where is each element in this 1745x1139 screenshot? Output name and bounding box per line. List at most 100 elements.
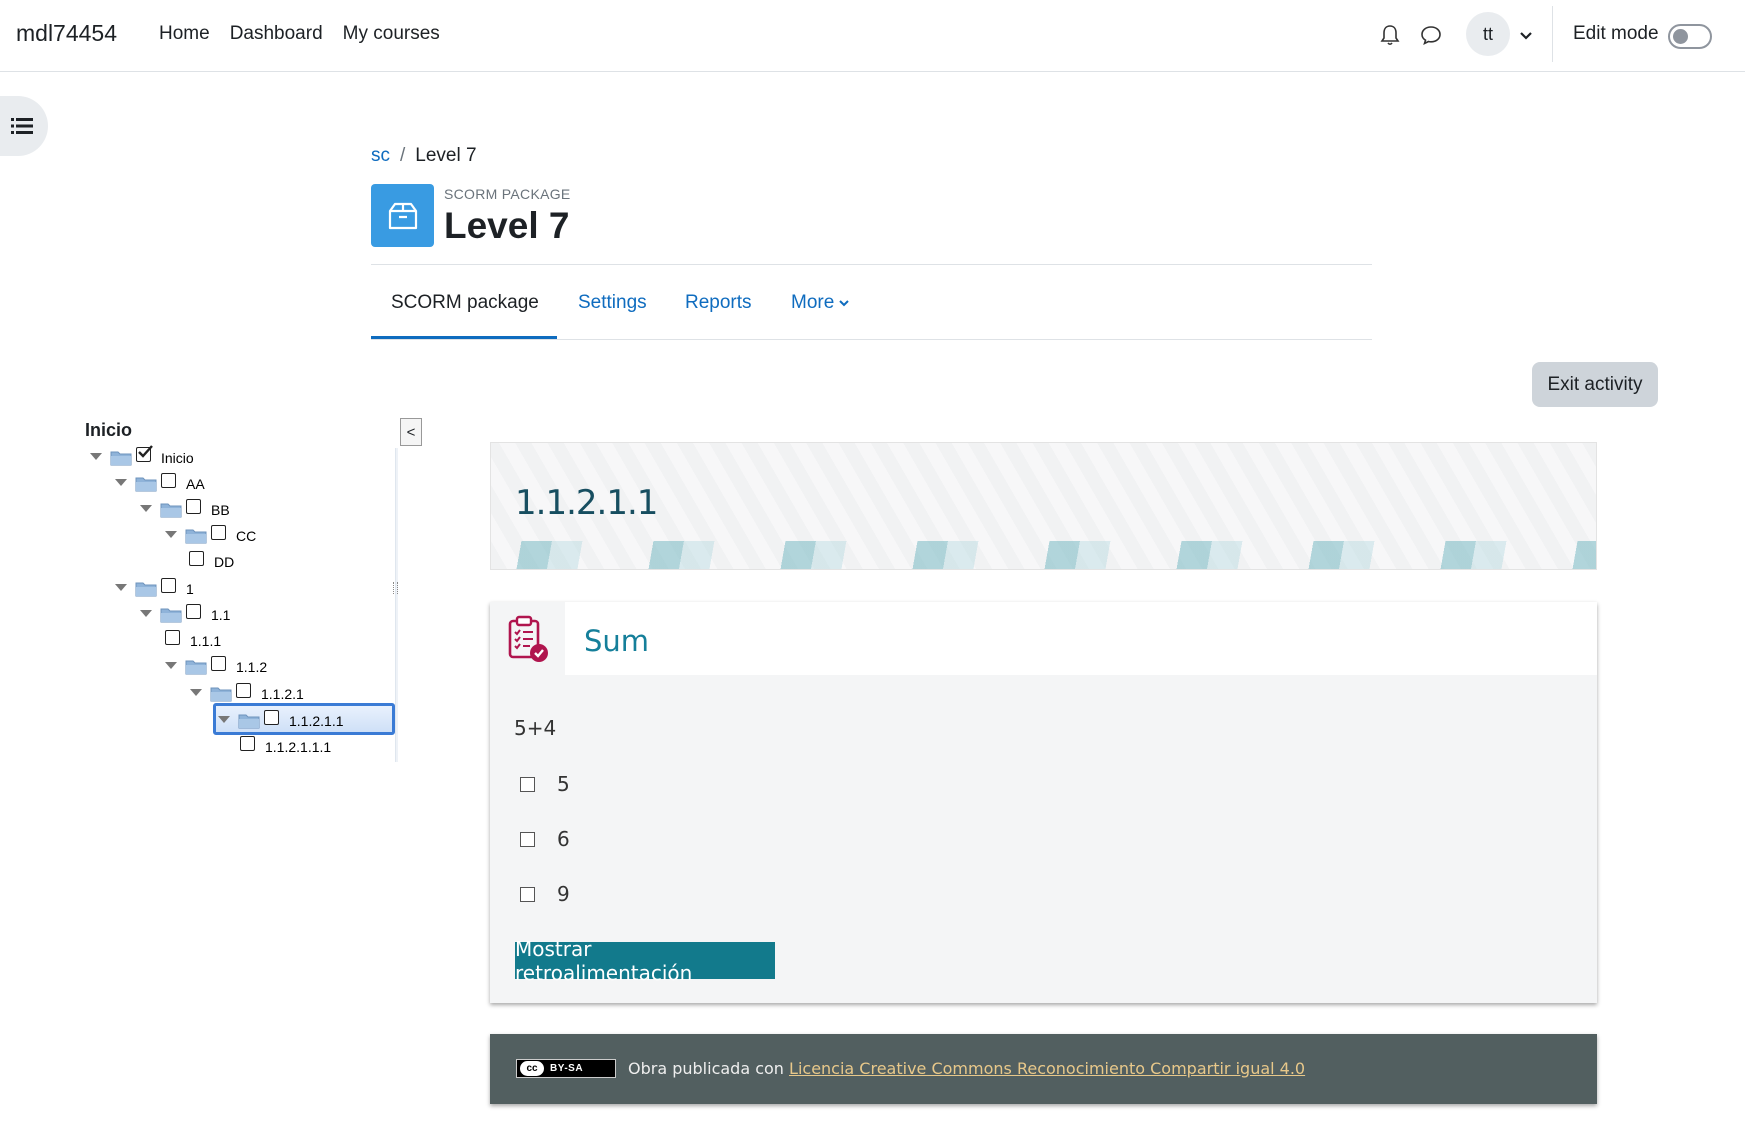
toc-node[interactable]: 1.1.2 (165, 654, 425, 678)
user-avatar[interactable]: tt (1466, 12, 1510, 56)
checkbox-icon (189, 551, 204, 566)
answer-label: 5 (557, 772, 570, 796)
site-brand[interactable]: mdl74454 (16, 20, 117, 47)
folder-icon (185, 529, 207, 544)
toc-node[interactable]: AA (115, 471, 375, 495)
toc-node-label: 1.1.2.1.1.1 (265, 739, 332, 755)
answer-checkbox[interactable] (520, 832, 535, 847)
license-text: Obra publicada con Licencia Creative Com… (628, 1059, 1305, 1078)
toc-node[interactable]: 1.1.2.1.1 (213, 703, 395, 735)
checkbox-icon (161, 578, 176, 593)
breadcrumb-link-course[interactable]: sc (371, 145, 390, 167)
license-link[interactable]: Licencia Creative Commons Reconocimiento… (789, 1059, 1305, 1078)
toc-node[interactable]: BB (140, 497, 400, 521)
breadcrumb-separator: / (400, 145, 406, 166)
license-prefix: Obra publicada con (628, 1059, 784, 1078)
nav-link-home[interactable]: Home (159, 23, 210, 45)
toc-node-label: AA (186, 476, 205, 492)
answer-label: 6 (557, 827, 570, 851)
package-icon (388, 202, 417, 229)
checkbox-icon (236, 683, 251, 698)
expand-triangle-icon[interactable] (190, 689, 202, 696)
edit-mode-toggle[interactable] (1668, 24, 1712, 49)
toc-title: Inicio (85, 420, 133, 440)
secondary-navigation: SCORM package Settings Reports More (371, 266, 1372, 340)
checkbox-icon (240, 736, 255, 751)
checkbox-icon (165, 630, 180, 645)
toc-node[interactable]: 1.1.1 (165, 628, 425, 652)
toc-node[interactable]: DD (189, 549, 449, 573)
folder-icon (160, 608, 182, 623)
scorm-activity-icon (371, 184, 434, 247)
toc-node[interactable]: Inicio (90, 445, 350, 469)
activity-type-label: SCORM PACKAGE (444, 186, 571, 202)
toc-node-label: 1.1.2.1 (261, 686, 304, 702)
active-tab-indicator (371, 336, 557, 339)
answer-label: 9 (557, 882, 570, 906)
clipboard-check-icon (508, 615, 548, 662)
expand-triangle-icon[interactable] (165, 662, 177, 669)
toc-node[interactable]: 1 (115, 576, 375, 600)
expand-triangle-icon[interactable] (218, 716, 230, 723)
question-icon-box (490, 602, 565, 675)
nav-link-dashboard[interactable]: Dashboard (230, 23, 323, 45)
toc-node[interactable]: 1.1 (140, 602, 400, 626)
checkbox-icon (161, 473, 176, 488)
header-divider (371, 264, 1372, 265)
course-index-drawer-button[interactable] (0, 96, 48, 156)
question-header: Sum (490, 602, 1597, 675)
toc-node-label: 1.1.2 (236, 659, 268, 675)
folder-icon (135, 582, 157, 597)
exit-activity-button[interactable]: Exit activity (1532, 362, 1658, 407)
messages-chat-icon[interactable] (1420, 24, 1442, 46)
toc-node-label: 1.1 (211, 607, 231, 623)
breadcrumb-current: Level 7 (415, 145, 477, 166)
toc-node-label: BB (211, 502, 230, 518)
list-icon (11, 118, 33, 134)
primary-navigation: Home Dashboard My courses (159, 23, 440, 45)
question-title: Sum (584, 624, 650, 658)
folder-icon (185, 660, 207, 675)
toc-node-label: 1.1.2.1.1 (289, 713, 344, 729)
nav-link-my-courses[interactable]: My courses (343, 23, 440, 45)
toc-node-label: Inicio (161, 450, 194, 466)
toc-node[interactable]: CC (165, 523, 425, 547)
answer-checkbox[interactable] (520, 777, 535, 792)
tab-reports[interactable]: Reports (685, 292, 752, 314)
toc-node[interactable]: 1.1.2.1 (190, 681, 450, 705)
content-banner: 1.1.2.1.1 (490, 442, 1597, 570)
tab-scorm-package[interactable]: SCORM package (391, 292, 539, 314)
chevron-down-icon[interactable] (1519, 28, 1533, 42)
expand-triangle-icon[interactable] (140, 505, 152, 512)
content-title: 1.1.2.1.1 (515, 483, 658, 523)
top-navbar: mdl74454 Home Dashboard My courses tt Ed… (0, 0, 1745, 72)
expand-triangle-icon[interactable] (140, 610, 152, 617)
checkbox-icon (211, 656, 226, 671)
expand-triangle-icon[interactable] (165, 531, 177, 538)
question-card: Sum 5+4 5 6 9 Mostrar retroalimentación (490, 602, 1597, 1003)
checked-checkbox-icon (136, 445, 153, 462)
expand-triangle-icon[interactable] (90, 453, 102, 460)
banner-decoration (491, 541, 1596, 569)
expand-triangle-icon[interactable] (115, 584, 127, 591)
folder-icon (110, 451, 132, 466)
notifications-bell-icon[interactable] (1380, 24, 1400, 46)
chevron-down-icon (839, 300, 850, 307)
expand-triangle-icon[interactable] (115, 479, 127, 486)
folder-icon (160, 503, 182, 518)
toc-collapse-button[interactable]: < (400, 418, 422, 446)
tab-more-label: More (791, 292, 835, 313)
folder-icon (210, 687, 232, 702)
checkbox-icon (186, 499, 201, 514)
show-feedback-button[interactable]: Mostrar retroalimentación (515, 937, 775, 985)
navbar-divider (1552, 6, 1553, 62)
checkbox-icon (186, 604, 201, 619)
question-text: 5+4 (514, 716, 557, 740)
toc-node-label: 1 (186, 581, 194, 597)
tab-settings[interactable]: Settings (578, 292, 647, 314)
toc-node[interactable]: 1.1.2.1.1.1 (240, 734, 500, 758)
tab-more[interactable]: More (791, 292, 850, 314)
answer-checkbox[interactable] (520, 887, 535, 902)
toc-resize-handle[interactable] (393, 582, 398, 594)
cc-badge-type: BY-SA (550, 1063, 584, 1074)
